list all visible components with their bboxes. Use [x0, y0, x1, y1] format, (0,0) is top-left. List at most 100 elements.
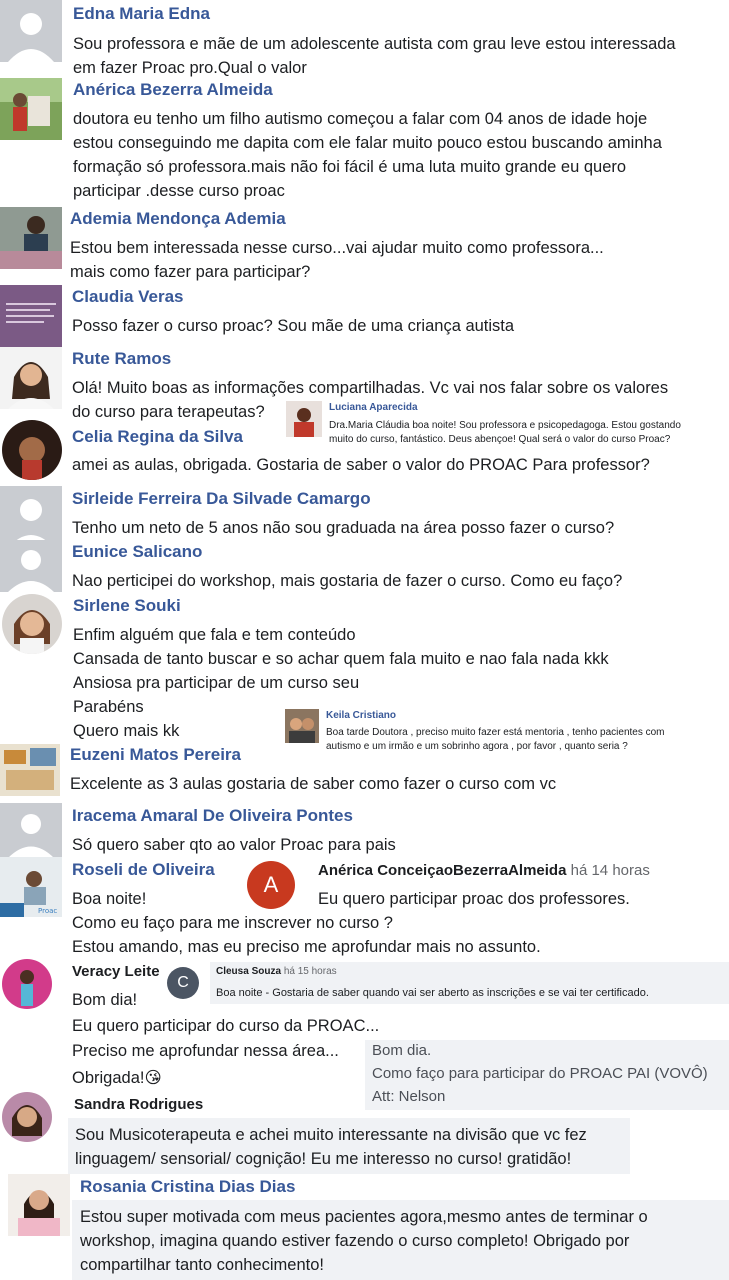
avatar[interactable]: Proac — [0, 857, 62, 917]
overlay-comment-text: Bom dia. — [372, 1042, 432, 1059]
comment-text: workshop, imagina quando estiver fazendo… — [80, 1232, 630, 1250]
comment-text: Estou amando, mas eu preciso me aprofund… — [72, 938, 541, 956]
overlay-commenter-name[interactable]: Luciana Aparecida — [329, 402, 418, 413]
comment-text: formação só professora.mais não foi fáci… — [73, 158, 627, 176]
avatar[interactable] — [2, 959, 52, 1009]
profile-photo — [2, 420, 62, 480]
timestamp: há 14 horas — [570, 862, 650, 879]
comment-text: em fazer Proac pro.Qual o valor — [73, 59, 307, 77]
avatar[interactable] — [8, 1174, 70, 1236]
profile-image — [0, 744, 60, 796]
comment-text: Estou super motivada com meus pacientes … — [80, 1208, 648, 1226]
avatar[interactable] — [0, 207, 62, 269]
comment-text: doutora eu tenho um filho autismo começo… — [73, 110, 648, 128]
avatar[interactable] — [2, 1092, 52, 1142]
overlay-comment-text: Como faço para participar do PROAC PAI (… — [372, 1065, 708, 1082]
comment-text: Quero mais kk — [73, 722, 180, 740]
avatar[interactable] — [0, 285, 62, 347]
profile-image: Proac — [0, 857, 62, 917]
overlay-commenter-name[interactable]: Cleusa Souza há 15 horas — [216, 966, 337, 977]
comment-text: Boa noite! — [72, 890, 147, 908]
comment-text: Eu quero participar do curso da PROAC... — [72, 1017, 380, 1035]
comment-text: Nao perticipei do workshop, mais gostari… — [72, 572, 623, 590]
comment-text: Preciso me aprofundar nessa área... — [72, 1042, 339, 1060]
commenter-name[interactable]: Sirlene Souki — [73, 596, 181, 616]
comment-text: Posso fazer o curso proac? Sou mãe de um… — [72, 317, 515, 335]
overlay-comment-text: Att: Nelson — [372, 1088, 446, 1105]
overlay-comment-text: muito do curso, fantástico. Deus abençoe… — [329, 434, 671, 445]
profile-image — [0, 285, 62, 347]
comment-text: Como eu faço para me inscrever no curso … — [72, 914, 393, 932]
default-avatar-icon — [0, 0, 62, 62]
default-avatar-icon — [0, 540, 62, 592]
comment-text: Obrigada!😘 — [72, 1069, 162, 1087]
avatar[interactable] — [0, 0, 62, 62]
avatar[interactable] — [0, 486, 62, 548]
comment-text: Ansiosa pra participar de um curso seu — [73, 674, 360, 692]
avatar[interactable] — [2, 420, 62, 480]
letter-avatar[interactable]: A — [247, 861, 295, 909]
commenter-name[interactable]: Edna Maria Edna — [73, 4, 210, 24]
profile-photo — [8, 1174, 70, 1236]
avatar[interactable] — [0, 347, 62, 409]
comment-text: Olá! Muito boas as informações compartil… — [72, 379, 669, 397]
profile-photo — [286, 401, 322, 437]
default-avatar-icon — [0, 486, 62, 548]
comment-text: Tenho um neto de 5 anos não sou graduada… — [72, 519, 615, 537]
timestamp: há 15 horas — [283, 966, 337, 977]
letter-avatar[interactable]: C — [167, 967, 199, 999]
overlay-commenter-name[interactable]: Keila Cristiano — [326, 710, 396, 721]
avatar[interactable] — [0, 78, 62, 140]
comment-text: Parabéns — [73, 698, 144, 716]
comment-text: Excelente as 3 aulas gostaria de saber c… — [70, 775, 557, 793]
overlay-comment-text: Dra.Maria Cláudia boa noite! Sou profess… — [329, 420, 681, 431]
commenter-name[interactable]: Roseli de Oliveira — [72, 860, 215, 880]
commenter-name[interactable]: Eunice Salicano — [72, 542, 202, 562]
comment-text: Cansada de tanto buscar e so achar quem … — [73, 650, 609, 668]
comment-text: compartilhar tanto conhecimento! — [80, 1256, 324, 1274]
comment-text: do curso para terapeutas? — [72, 403, 265, 421]
profile-photo — [0, 347, 62, 409]
overlay-name-text: Cleusa Souza — [216, 966, 282, 977]
comment-text: estou conseguindo me dapita com ele fala… — [73, 134, 662, 152]
avatar[interactable] — [2, 594, 62, 654]
commenter-name[interactable]: Ademia Mendonça Ademia — [70, 209, 286, 229]
overlay-comment-text: Boa tarde Doutora , preciso muito fazer … — [326, 727, 665, 738]
commenter-name[interactable]: Sirleide Ferreira Da Silvade Camargo — [72, 489, 371, 509]
svg-text:Proac: Proac — [38, 907, 57, 915]
commenter-name[interactable]: Euzeni Matos Pereira — [70, 745, 241, 765]
overlay-name-text: Anérica ConceiçaoBezerraAlmeida — [318, 862, 567, 879]
overlay-comment-text: Eu quero participar proac dos professore… — [318, 890, 630, 908]
comment-text: amei as aulas, obrigada. Gostaria de sab… — [72, 456, 650, 474]
profile-photo — [0, 207, 62, 269]
comment-text: Só quero saber qto ao valor Proac para p… — [72, 836, 396, 854]
comment-text: Sou Musicoterapeuta e achei muito intere… — [75, 1126, 587, 1144]
commenter-name[interactable]: Celia Regina da Silva — [72, 427, 243, 447]
profile-photo — [2, 959, 52, 1009]
profile-photo — [0, 78, 62, 140]
comment-text: participar .desse curso proac — [73, 182, 285, 200]
commenter-name[interactable]: Claudia Veras — [72, 287, 184, 307]
avatar[interactable] — [0, 803, 62, 858]
profile-photo — [285, 709, 319, 743]
comment-text: Estou bem interessada nesse curso...vai … — [70, 239, 604, 257]
commenter-name[interactable]: Rute Ramos — [72, 349, 171, 369]
comment-text: linguagem/ sensorial/ cognição! Eu me in… — [75, 1150, 572, 1168]
profile-photo — [2, 594, 62, 654]
commenter-name[interactable]: Iracema Amaral De Oliveira Pontes — [72, 806, 353, 826]
avatar[interactable] — [285, 709, 319, 743]
avatar[interactable] — [0, 540, 62, 592]
overlay-commenter-name[interactable]: Anérica ConceiçaoBezerraAlmeida há 14 ho… — [318, 862, 650, 879]
comment-text: Enfim alguém que fala e tem conteúdo — [73, 626, 356, 644]
avatar[interactable] — [0, 744, 60, 796]
commenter-name[interactable]: Veracy Leite — [72, 963, 160, 980]
comment-text: mais como fazer para participar? — [70, 263, 311, 281]
default-avatar-icon — [0, 803, 62, 858]
profile-photo — [2, 1092, 52, 1142]
commenter-name[interactable]: Anérica Bezerra Almeida — [73, 80, 273, 100]
overlay-comment-text: Boa noite - Gostaria de saber quando vai… — [216, 987, 649, 999]
commenter-name[interactable]: Sandra Rodrigues — [74, 1096, 203, 1113]
commenter-name[interactable]: Rosania Cristina Dias Dias — [80, 1177, 295, 1197]
avatar[interactable] — [286, 401, 322, 437]
comment-text: Sou professora e mãe de um adolescente a… — [73, 35, 676, 53]
